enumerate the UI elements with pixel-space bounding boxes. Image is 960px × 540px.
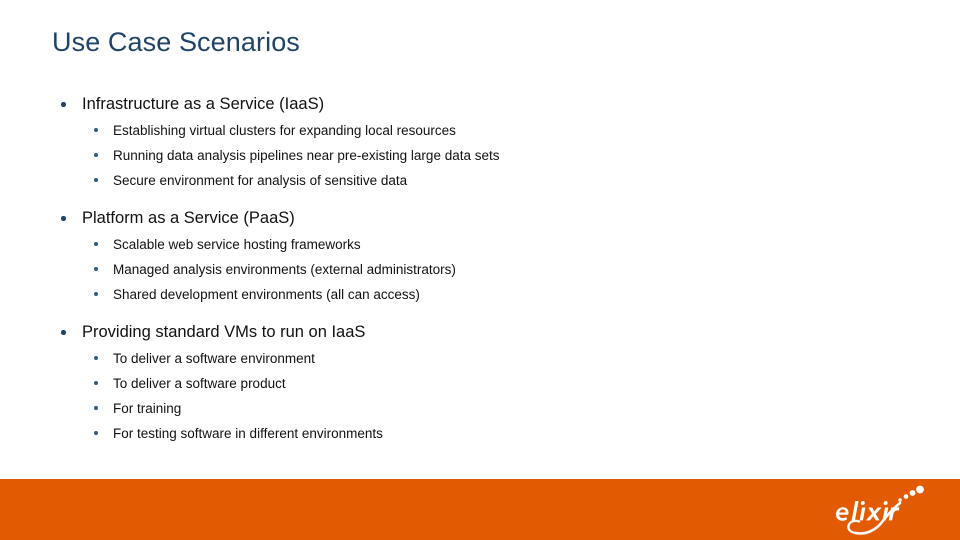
bullet-level2-label: Secure environment for analysis of sensi… bbox=[113, 173, 408, 188]
bullet-level2-label: Scalable web service hosting frameworks bbox=[113, 237, 361, 252]
bullet-marker-icon bbox=[61, 102, 66, 107]
sub-bullet-marker-icon bbox=[94, 406, 98, 410]
bullet-level2-label: To deliver a software product bbox=[113, 376, 286, 391]
bullet-level2: To deliver a software environment bbox=[0, 346, 900, 371]
sub-bullet-marker-icon bbox=[94, 267, 98, 271]
slide-body: Infrastructure as a Service (IaaS) Estab… bbox=[0, 92, 900, 446]
bullet-level2-label: Managed analysis environments (external … bbox=[113, 262, 456, 277]
bullet-level2: Scalable web service hosting frameworks bbox=[0, 232, 900, 257]
elixir-logo bbox=[830, 484, 936, 536]
bullet-level2: Running data analysis pipelines near pre… bbox=[0, 143, 900, 168]
sub-bullet-marker-icon bbox=[94, 178, 98, 182]
bullet-level1: Platform as a Service (PaaS) bbox=[0, 206, 900, 231]
slide: Use Case Scenarios Infrastructure as a S… bbox=[0, 0, 960, 540]
sub-bullet-marker-icon bbox=[94, 153, 98, 157]
bullet-level1-label: Infrastructure as a Service (IaaS) bbox=[82, 95, 325, 113]
sub-bullet-marker-icon bbox=[94, 292, 98, 296]
sub-bullet-marker-icon bbox=[94, 431, 98, 435]
sub-bullet-list: Establishing virtual clusters for expand… bbox=[0, 118, 900, 193]
bullet-level1-label: Platform as a Service (PaaS) bbox=[82, 209, 295, 227]
page-title: Use Case Scenarios bbox=[52, 27, 300, 57]
content-group: Infrastructure as a Service (IaaS) Estab… bbox=[0, 92, 900, 193]
bullet-level2-label: Running data analysis pipelines near pre… bbox=[113, 148, 500, 163]
bullet-level1: Providing standard VMs to run on IaaS bbox=[0, 320, 900, 345]
bullet-level2: To deliver a software product bbox=[0, 371, 900, 396]
content-group: Providing standard VMs to run on IaaS To… bbox=[0, 320, 900, 446]
bullet-level2: Establishing virtual clusters for expand… bbox=[0, 118, 900, 143]
bullet-level2-label: Establishing virtual clusters for expand… bbox=[113, 123, 456, 138]
content-group: Platform as a Service (PaaS) Scalable we… bbox=[0, 206, 900, 307]
sub-bullet-marker-icon bbox=[94, 381, 98, 385]
bullet-level1: Infrastructure as a Service (IaaS) bbox=[0, 92, 900, 117]
bullet-level2-label: For testing software in different enviro… bbox=[113, 426, 383, 441]
bullet-level2: For testing software in different enviro… bbox=[0, 421, 900, 446]
sub-bullet-marker-icon bbox=[94, 242, 98, 246]
bullet-level2: Secure environment for analysis of sensi… bbox=[0, 168, 900, 193]
bullet-level2-label: For training bbox=[113, 401, 182, 416]
sub-bullet-list: Scalable web service hosting frameworks … bbox=[0, 232, 900, 307]
bullet-marker-icon bbox=[61, 216, 66, 221]
sub-bullet-marker-icon bbox=[94, 356, 98, 360]
bullet-marker-icon bbox=[61, 330, 66, 335]
bullet-level2: Shared development environments (all can… bbox=[0, 282, 900, 307]
bullet-level1-label: Providing standard VMs to run on IaaS bbox=[82, 323, 366, 341]
bullet-level2: For training bbox=[0, 396, 900, 421]
bullet-level2-label: Shared development environments (all can… bbox=[113, 287, 420, 302]
footer-bar bbox=[0, 479, 960, 540]
bullet-level2: Managed analysis environments (external … bbox=[0, 257, 900, 282]
sub-bullet-list: To deliver a software environment To del… bbox=[0, 346, 900, 446]
bullet-level2-label: To deliver a software environment bbox=[113, 351, 315, 366]
sub-bullet-marker-icon bbox=[94, 128, 98, 132]
